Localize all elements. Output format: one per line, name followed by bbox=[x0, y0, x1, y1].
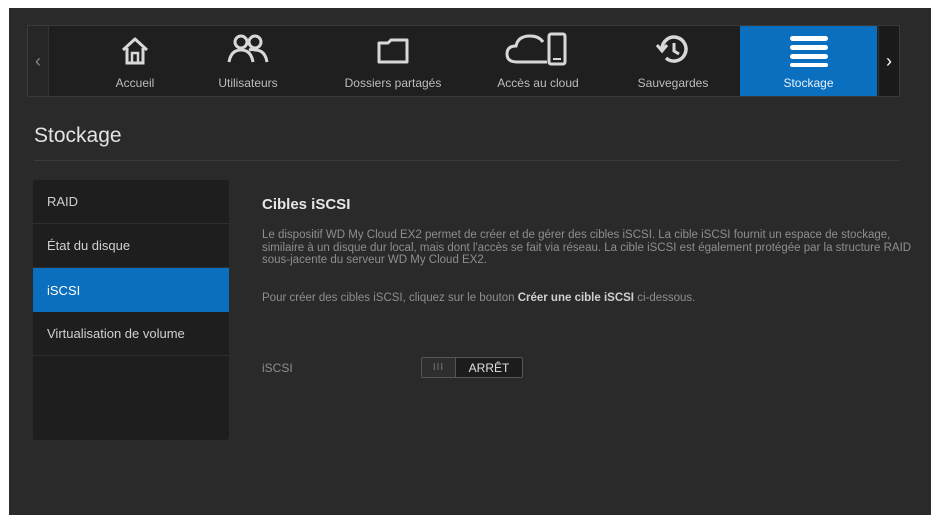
sidebar-item-label: État du disque bbox=[47, 238, 131, 253]
sidebar-item-label: RAID bbox=[47, 194, 79, 209]
section-title: Cibles iSCSI bbox=[262, 196, 351, 213]
description-text: Le dispositif WD My Cloud EX2 permet de … bbox=[262, 229, 912, 267]
sidebar-item-iscsi[interactable]: iSCSI bbox=[33, 268, 229, 312]
storage-icon bbox=[789, 36, 828, 67]
iscsi-toggle[interactable]: III ARRÊT bbox=[421, 357, 523, 378]
nav-label: Stockage bbox=[783, 76, 834, 90]
backup-icon bbox=[655, 35, 688, 63]
nav-item-sauvegardes[interactable]: Sauvegardes bbox=[613, 26, 733, 96]
nav-label: Utilisateurs bbox=[218, 76, 278, 90]
page-title: Stockage bbox=[34, 124, 122, 147]
nav-label: Sauvegardes bbox=[637, 76, 709, 90]
instruction-prefix: Pour créer des cibles iSCSI, cliquez sur… bbox=[262, 292, 518, 304]
instruction-text: Pour créer des cibles iSCSI, cliquez sur… bbox=[262, 292, 912, 304]
iscsi-field-label: iSCSI bbox=[262, 361, 293, 375]
cloud-device-icon bbox=[505, 32, 567, 66]
sidebar-item-label: iSCSI bbox=[47, 282, 81, 298]
sidebar-item-raid[interactable]: RAID bbox=[33, 180, 229, 224]
nav-item-acces-cloud[interactable]: Accès au cloud bbox=[473, 26, 603, 96]
nav-label: Accueil bbox=[115, 76, 155, 90]
nav-label: Dossiers partagés bbox=[344, 76, 442, 90]
sidebar-item-etat-disque[interactable]: État du disque bbox=[33, 224, 229, 268]
divider bbox=[34, 160, 900, 161]
top-navigation: ‹ Accueil Utilisateurs Dossiers partagés… bbox=[27, 25, 900, 97]
nav-item-dossiers-partages[interactable]: Dossiers partagés bbox=[328, 26, 458, 96]
toggle-grip[interactable]: III bbox=[422, 358, 456, 377]
nav-item-accueil[interactable]: Accueil bbox=[80, 26, 190, 96]
sidebar-item-label: Virtualisation de volume bbox=[47, 326, 185, 341]
sidebar: RAID État du disque iSCSI Virtualisation… bbox=[33, 180, 229, 440]
home-icon bbox=[121, 37, 149, 65]
nav-item-utilisateurs[interactable]: Utilisateurs bbox=[193, 26, 303, 96]
nav-prev-arrow[interactable]: ‹ bbox=[28, 26, 49, 96]
nav-item-stockage[interactable]: Stockage bbox=[740, 26, 877, 96]
instruction-button-name: Créer une cible iSCSI bbox=[517, 292, 635, 304]
sidebar-item-virtualisation[interactable]: Virtualisation de volume bbox=[33, 312, 229, 356]
toggle-state-label: ARRÊT bbox=[468, 360, 510, 375]
folder-icon bbox=[377, 38, 409, 64]
users-icon bbox=[227, 34, 269, 63]
nav-next-arrow[interactable]: › bbox=[878, 26, 899, 96]
instruction-suffix: ci-dessous. bbox=[634, 292, 696, 304]
nav-label: Accès au cloud bbox=[497, 76, 579, 90]
